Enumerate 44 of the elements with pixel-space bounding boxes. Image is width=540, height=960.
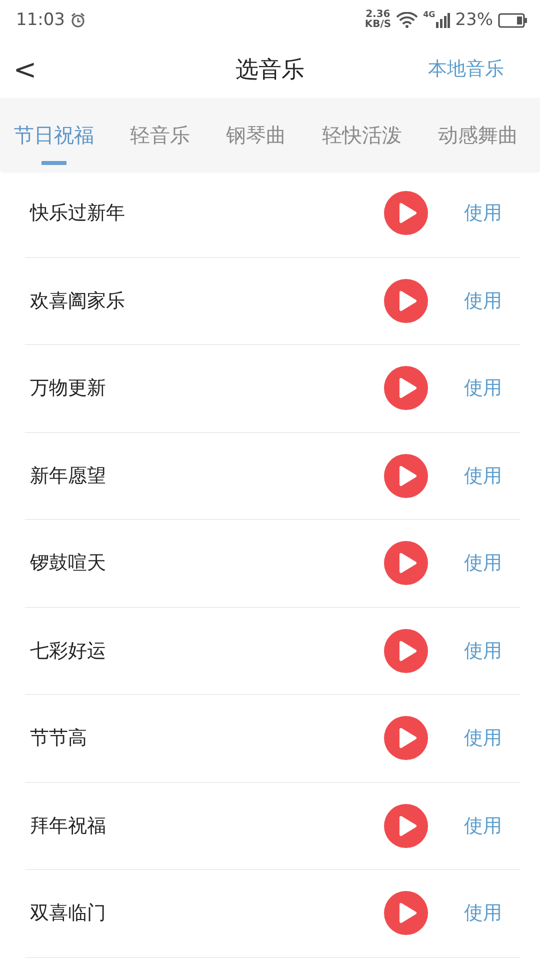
battery-percent: 23%: [455, 10, 493, 30]
play-icon[interactable]: [384, 891, 428, 936]
wifi-icon: [396, 12, 418, 28]
category-tab[interactable]: 轻音乐: [130, 112, 190, 164]
signal-icon: [436, 12, 450, 28]
play-icon[interactable]: [384, 804, 428, 848]
play-icon[interactable]: [384, 628, 428, 673]
use-button[interactable]: 使用: [464, 812, 502, 839]
back-button[interactable]: <: [12, 52, 38, 86]
play-icon[interactable]: [384, 716, 428, 760]
category-tab[interactable]: 节日祝福: [14, 112, 94, 164]
use-button[interactable]: 使用: [464, 375, 502, 402]
song-title: 节节高: [30, 726, 88, 752]
use-button[interactable]: 使用: [464, 638, 502, 664]
play-icon[interactable]: [384, 191, 428, 236]
page-title: 选音乐: [236, 56, 304, 84]
song-title: 拜年祝福: [30, 814, 107, 839]
song-title: 欢喜阖家乐: [30, 288, 126, 314]
song-title: 万物更新: [30, 376, 107, 402]
use-button[interactable]: 使用: [464, 900, 502, 926]
play-icon[interactable]: [384, 541, 428, 586]
use-button[interactable]: 使用: [464, 550, 502, 576]
song-title: 双喜临门: [30, 901, 107, 926]
use-button[interactable]: 使用: [464, 462, 502, 489]
song-title: 新年愿望: [30, 464, 107, 489]
category-tab[interactable]: 动感舞曲: [438, 112, 518, 164]
song-title: 七彩好运: [30, 638, 107, 664]
category-tab[interactable]: 钢琴曲: [226, 112, 286, 164]
network-type: 4G: [423, 10, 436, 19]
alarm-icon: [70, 12, 86, 28]
speed-unit: KB/S: [364, 20, 392, 30]
play-icon[interactable]: [384, 366, 428, 410]
local-music-link[interactable]: 本地音乐: [428, 56, 504, 82]
song-title: 锣鼓喧天: [30, 551, 107, 576]
category-tab[interactable]: 轻快活泼: [322, 112, 402, 164]
speed-value: 2.36: [366, 10, 390, 20]
battery-icon: [498, 12, 528, 28]
use-button[interactable]: 使用: [464, 288, 502, 314]
play-icon[interactable]: [384, 278, 428, 323]
song-title: 快乐过新年: [30, 201, 126, 226]
use-button[interactable]: 使用: [464, 200, 502, 226]
play-icon[interactable]: [384, 454, 428, 498]
status-time: 11:03: [16, 10, 65, 30]
use-button[interactable]: 使用: [464, 725, 502, 752]
